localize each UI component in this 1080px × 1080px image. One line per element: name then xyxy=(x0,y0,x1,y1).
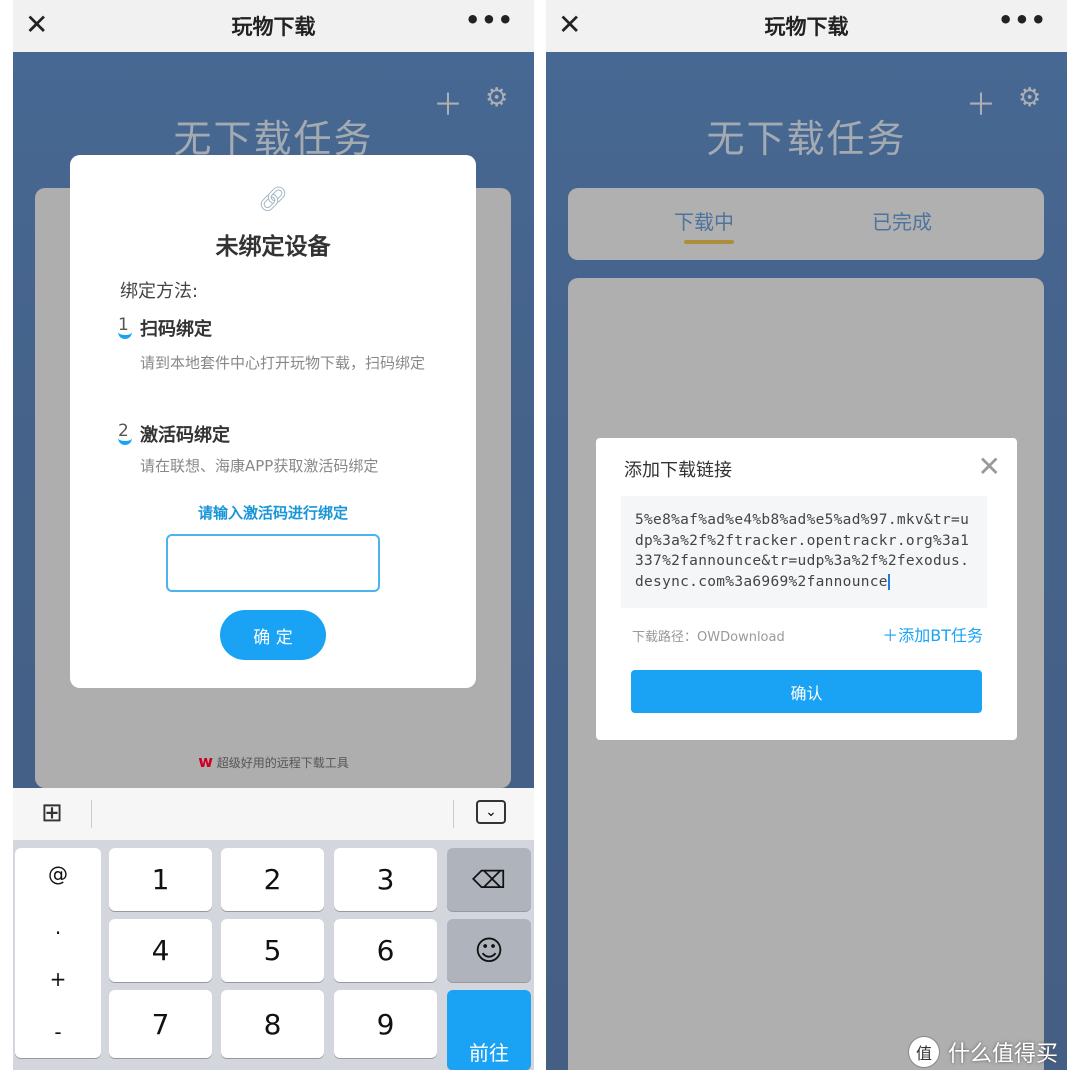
confirm-button[interactable]: 确认 xyxy=(631,670,982,713)
key-5[interactable]: 5 xyxy=(221,919,324,982)
key-dot[interactable]: . xyxy=(55,915,61,939)
step-number: 1 xyxy=(118,315,132,339)
watermark-logo: 值 xyxy=(908,1036,940,1068)
bind-device-dialog: 🔗︎ 未绑定设备 绑定方法: 1 扫码绑定 请到本地套件中心打开玩物下载，扫码绑… xyxy=(70,155,476,688)
close-icon[interactable]: ✕ xyxy=(25,8,48,41)
step-title: 激活码绑定 xyxy=(140,425,230,446)
more-icon[interactable]: ••• xyxy=(998,6,1047,34)
key-1[interactable]: 1 xyxy=(109,848,212,911)
link-value: 5%e8%af%ad%e4%b8%ad%e5%ad%97.mkv&tr=udp%… xyxy=(635,512,970,590)
keyboard-toolbar: ⊞ ⌄ xyxy=(13,788,534,840)
step-number: 2 xyxy=(118,421,132,445)
path-value: OWDownload xyxy=(697,630,785,645)
grid-icon[interactable]: ⊞ xyxy=(41,798,63,828)
app-title: 玩物下载 xyxy=(231,15,316,39)
keyboard-collapse-icon[interactable]: ⌄ xyxy=(476,800,506,824)
activation-code-input[interactable] xyxy=(166,534,380,592)
key-at[interactable]: @ xyxy=(48,862,68,886)
numeric-keyboard: ⊞ ⌄ @ . + - 1 2 3 4 5 6 7 8 9 ⌫ ☺ 前往 xyxy=(13,788,534,1070)
step-title: 扫码绑定 xyxy=(140,319,212,340)
link-icon: 🔗︎ xyxy=(257,185,289,213)
divider xyxy=(91,800,92,828)
confirm-button[interactable]: 确 定 xyxy=(220,610,326,660)
methods-label: 绑定方法: xyxy=(120,281,199,302)
activation-prompt: 请输入激活码进行绑定 xyxy=(197,504,348,522)
step-desc: 请到本地套件中心打开玩物下载，扫码绑定 xyxy=(140,354,426,372)
footer-tagline: ᴡ 超级好用的远程下载工具 xyxy=(13,752,534,771)
top-bar: ✕ 玩物下载 ••• xyxy=(13,0,534,52)
add-bt-task-link[interactable]: ＋添加BT任务 xyxy=(882,622,983,646)
key-6[interactable]: 6 xyxy=(334,919,437,982)
go-button[interactable]: 前往 xyxy=(447,990,531,1070)
key-7[interactable]: 7 xyxy=(109,990,212,1058)
text-cursor xyxy=(887,573,890,590)
plus-icon: ＋ xyxy=(882,626,899,645)
emoji-icon[interactable]: ☺ xyxy=(447,919,531,982)
key-8[interactable]: 8 xyxy=(221,990,324,1058)
dialog-title: 添加下载链接 xyxy=(624,460,732,481)
backspace-icon[interactable]: ⌫ xyxy=(447,848,531,911)
path-label: 下载路径： xyxy=(632,630,698,645)
key-9[interactable]: 9 xyxy=(334,990,437,1058)
close-icon[interactable]: ✕ xyxy=(558,8,581,41)
divider xyxy=(453,800,454,828)
footer-text: 超级好用的远程下载工具 xyxy=(216,756,349,770)
add-link-dialog: 添加下载链接 ✕ 5%e8%af%ad%e4%b8%ad%e5%ad%97.mk… xyxy=(596,438,1017,740)
key-4[interactable]: 4 xyxy=(109,919,212,982)
add-bt-label: 添加BT任务 xyxy=(898,626,983,645)
key-3[interactable]: 3 xyxy=(334,848,437,911)
watermark-text: 什么值得买 xyxy=(948,1042,1059,1067)
app-title: 玩物下载 xyxy=(764,15,849,39)
link-textarea[interactable]: 5%e8%af%ad%e4%b8%ad%e5%ad%97.mkv&tr=udp%… xyxy=(621,496,987,608)
dialog-title: 未绑定设备 xyxy=(215,234,331,260)
close-icon[interactable]: ✕ xyxy=(978,450,1001,483)
logo-icon: ᴡ xyxy=(198,752,213,771)
left-screen: ✕ 玩物下载 ••• 无下载任务 ＋ ⚙ ᴡ 超级好用的远程下载工具 🔗︎ 未绑… xyxy=(13,0,534,1070)
symbol-column: @ . + - xyxy=(15,848,101,1058)
top-bar: ✕ 玩物下载 ••• xyxy=(546,0,1067,52)
download-path: 下载路径：OWDownload xyxy=(632,626,785,645)
step-desc: 请在联想、海康APP获取激活码绑定 xyxy=(140,457,379,475)
right-screen: ✕ 玩物下载 ••• 无下载任务 ＋ ⚙ 下载中 已完成 添加下载链接 ✕ 5%… xyxy=(546,0,1067,1070)
watermark: 值 什么值得买 xyxy=(908,1036,1058,1068)
key-plus[interactable]: + xyxy=(50,967,67,991)
key-minus[interactable]: - xyxy=(54,1020,61,1044)
more-icon[interactable]: ••• xyxy=(465,6,514,34)
key-2[interactable]: 2 xyxy=(221,848,324,911)
